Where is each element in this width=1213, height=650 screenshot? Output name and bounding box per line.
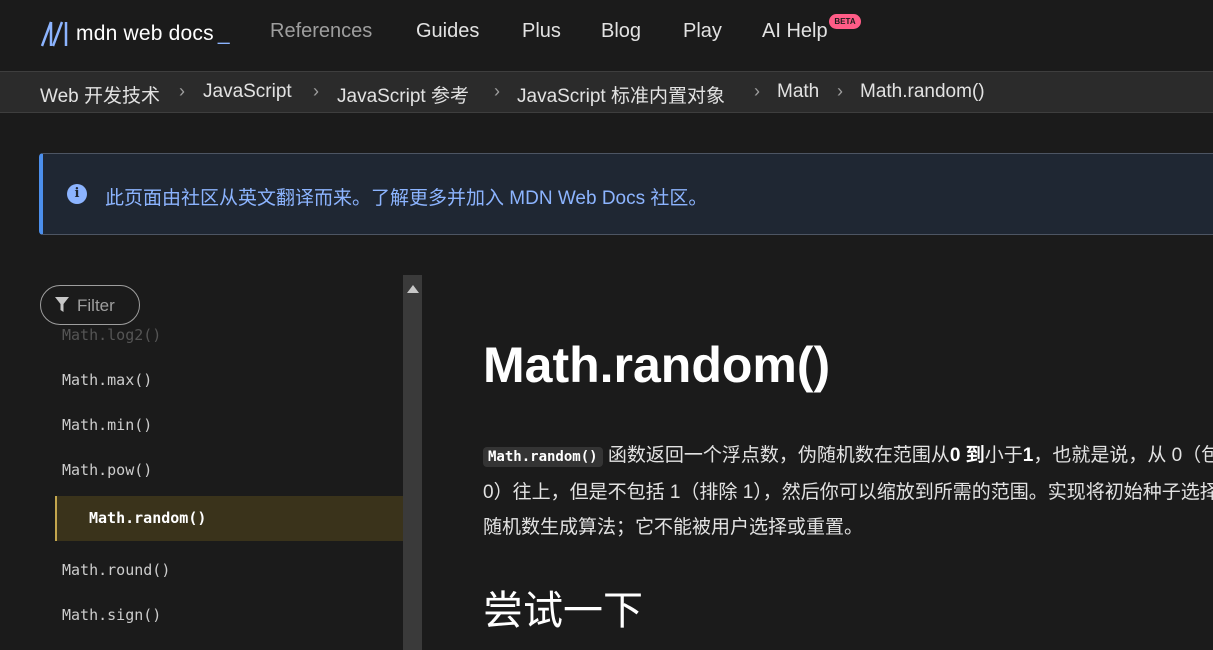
sidebar-item-label: Math.max() [62, 371, 153, 389]
breadcrumb-global-objects[interactable]: JavaScript 标准内置对象 [517, 81, 725, 108]
intro-bold: 1 [1022, 445, 1034, 466]
breadcrumb: Web 开发技术 › JavaScript › JavaScript 参考 › … [0, 72, 1213, 113]
logo-cursor: _ [217, 22, 230, 45]
sidebar-item-math-round[interactable]: Math.round() [40, 548, 403, 593]
chevron-right-icon: › [754, 81, 760, 101]
sidebar-filter-button[interactable]: Filter [40, 285, 140, 325]
nav-references[interactable]: References [270, 20, 372, 43]
filter-label: Filter [77, 296, 115, 315]
nav-play[interactable]: Play [683, 20, 722, 43]
sidebar-item-label: Math.sign() [62, 606, 162, 624]
nav-plus[interactable]: Plus [522, 20, 561, 43]
breadcrumb-current[interactable]: Math.random() [860, 81, 985, 103]
sidebar-scrollbar[interactable] [403, 275, 422, 650]
sidebar-item-math-max[interactable]: Math.max() [40, 358, 403, 403]
breadcrumb-math[interactable]: Math [777, 81, 819, 103]
chevron-right-icon: › [179, 81, 185, 101]
mdn-logo-icon [40, 21, 68, 47]
mdn-logo[interactable]: mdn web docs _ [40, 18, 230, 50]
notice-text[interactable]: 此页面由社区从英文翻译而来。了解更多并加入 MDN Web Docs 社区。 [105, 183, 707, 210]
intro-paragraph: Math.random() 函数返回一个浮点数，伪随机数在范围从0 到小于1，也… [483, 438, 1213, 545]
sidebar-item-label: Math.min() [62, 416, 153, 434]
sidebar-item-math-random[interactable]: Math.random() [55, 496, 403, 541]
nav-ai-help[interactable]: AI Help [762, 20, 828, 43]
top-navigation: mdn web docs _ References Guides Plus Bl… [0, 0, 1213, 72]
nav-guides[interactable]: Guides [416, 20, 479, 43]
sidebar-list: Math.log2() Math.max() Math.min() Math.p… [40, 325, 403, 650]
sidebar-item-label: Math.pow() [62, 461, 153, 479]
intro-text: 小于 [984, 445, 1023, 466]
beta-badge: BETA [829, 14, 861, 29]
page-title: Math.random() [483, 337, 831, 393]
intro-text: 函数返回一个浮点数，伪随机数在范围从 [602, 445, 950, 466]
logo-text: mdn web docs [76, 22, 214, 45]
sidebar-item-label: Math.random() [89, 509, 207, 527]
breadcrumb-js-reference[interactable]: JavaScript 参考 [337, 81, 469, 108]
section-title-try-it: 尝试一下 [483, 589, 643, 633]
funnel-icon [55, 297, 69, 312]
scroll-up-arrow-icon[interactable] [407, 285, 419, 293]
chevron-right-icon: › [313, 81, 319, 101]
sidebar-item-math-log2[interactable]: Math.log2() [40, 325, 403, 358]
sidebar-item-label: Math.round() [62, 561, 171, 579]
intro-bold: 0 到 [949, 445, 985, 466]
translation-notice: i 此页面由社区从英文翻译而来。了解更多并加入 MDN Web Docs 社区。 [39, 153, 1213, 235]
breadcrumb-javascript[interactable]: JavaScript [203, 81, 292, 103]
chevron-right-icon: › [494, 81, 500, 101]
sidebar-item-math-sign[interactable]: Math.sign() [40, 593, 403, 638]
chevron-right-icon: › [837, 81, 843, 101]
sidebar-item-label: Math.log2() [62, 326, 162, 344]
sidebar-item-math-pow[interactable]: Math.pow() [40, 448, 403, 493]
inline-code: Math.random() [483, 447, 603, 467]
nav-blog[interactable]: Blog [601, 20, 641, 43]
breadcrumb-web[interactable]: Web 开发技术 [40, 81, 160, 108]
sidebar-item-math-min[interactable]: Math.min() [40, 403, 403, 448]
info-icon: i [67, 184, 87, 204]
